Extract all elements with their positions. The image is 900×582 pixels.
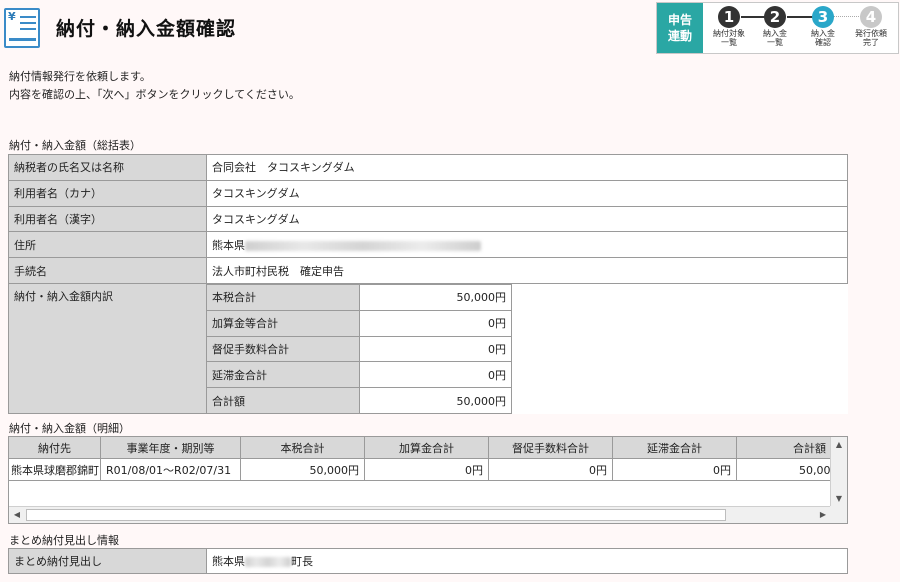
summary-row-name: 納税者の氏名又は名称 合同会社 タコスキングダム bbox=[8, 154, 848, 181]
summary-row-breakdown: 納付・納入金額内訳 本税合計 50,000円 加算金等合計 0円 督促手数料合計… bbox=[8, 282, 848, 415]
address-prefecture: 熊本県 bbox=[212, 238, 245, 252]
step-2: 2 納入金 一覧 bbox=[755, 6, 795, 47]
detail-column-header[interactable]: 本税合計 bbox=[241, 437, 365, 458]
step-1: 1 納付対象 一覧 bbox=[709, 6, 749, 47]
detail-column-header[interactable]: 加算金合計 bbox=[365, 437, 489, 458]
horizontal-scroll-thumb[interactable] bbox=[26, 509, 726, 521]
summary-row-procedure: 手続名 法人市町村民税 確定申告 bbox=[8, 257, 848, 284]
detail-column-header[interactable]: 納付先 bbox=[9, 437, 101, 458]
shinkoku-renkei-tab: 申告 連動 bbox=[657, 3, 703, 53]
detail-grid[interactable]: 納付先 事業年度・期別等 本税合計 加算金合計 督促手数料合計 延滞金合計 合計… bbox=[8, 436, 848, 524]
matome-section-title: まとめ納付見出し情報 bbox=[9, 534, 119, 547]
breakdown-row: 延滞金合計 0円 bbox=[206, 361, 512, 389]
detail-cell: R01/08/01～R02/07/31 bbox=[101, 459, 241, 480]
detail-cell: 0円 bbox=[613, 459, 737, 480]
matome-value-suffix: 町長 bbox=[291, 555, 313, 568]
matome-value-prefix: 熊本県 bbox=[212, 555, 245, 568]
page-title: 納付・納入金額確認 bbox=[56, 18, 237, 40]
horizontal-scrollbar[interactable]: ◀ ▶ bbox=[9, 506, 831, 523]
step-1-number: 1 bbox=[718, 6, 740, 28]
detail-header-row: 納付先 事業年度・期別等 本税合計 加算金合計 督促手数料合計 延滞金合計 合計… bbox=[9, 437, 831, 459]
breakdown-table: 本税合計 50,000円 加算金等合計 0円 督促手数料合計 0円 延滞金合計 … bbox=[206, 283, 512, 414]
step-indicator: 申告 連動 1 納付対象 一覧 2 納入金 一覧 3 納入金 確認 4 発行依頼… bbox=[656, 2, 899, 54]
summary-value-address: 熊本県 bbox=[206, 231, 848, 259]
scroll-right-icon[interactable]: ▶ bbox=[815, 507, 831, 523]
step-3-label: 納入金 確認 bbox=[811, 29, 835, 47]
breakdown-item-label: 合計額 bbox=[206, 387, 360, 414]
step-3-number: 3 bbox=[812, 6, 834, 28]
breakdown-item-label: 本税合計 bbox=[206, 283, 360, 311]
summary-row-address: 住所 熊本県 bbox=[8, 231, 848, 259]
breakdown-item-label: 延滞金合計 bbox=[206, 361, 360, 389]
summary-value: 合同会社 タコスキングダム bbox=[206, 154, 848, 181]
breakdown-row: 督促手数料合計 0円 bbox=[206, 335, 512, 363]
breakdown-row: 合計額 50,000円 bbox=[206, 387, 512, 414]
summary-value: タコスキングダム bbox=[206, 179, 848, 207]
summary-value: 法人市町村民税 確定申告 bbox=[206, 257, 848, 284]
breakdown-row: 加算金等合計 0円 bbox=[206, 309, 512, 337]
summary-row-kanji: 利用者名（漢字） タコスキングダム bbox=[8, 205, 848, 233]
detail-cell: 0円 bbox=[365, 459, 489, 480]
step-4: 4 発行依頼 完了 bbox=[851, 6, 891, 47]
page-header: ¥ 納付・納入金額確認 申告 連動 1 納付対象 一覧 2 納入金 一覧 3 納… bbox=[0, 0, 900, 56]
detail-cell: 50,000円 bbox=[799, 463, 831, 477]
step-3: 3 納入金 確認 bbox=[803, 6, 843, 47]
redacted-address bbox=[245, 240, 481, 251]
summary-row-kana: 利用者名（カナ） タコスキングダム bbox=[8, 179, 848, 207]
detail-section-title: 納付・納入金額（明細） bbox=[9, 422, 130, 435]
matome-row: まとめ納付見出し 熊本県 町長 bbox=[8, 548, 848, 574]
breakdown-item-value: 0円 bbox=[359, 361, 512, 389]
scroll-up-icon[interactable]: ▲ bbox=[831, 437, 847, 453]
detail-column-header[interactable]: 合計額 bbox=[737, 437, 831, 458]
step-4-label: 発行依頼 完了 bbox=[855, 29, 887, 47]
breakdown-row: 本税合計 50,000円 bbox=[206, 283, 512, 311]
detail-column-header[interactable]: 督促手数料合計 bbox=[489, 437, 613, 458]
summary-label: 住所 bbox=[8, 231, 207, 259]
scroll-down-icon[interactable]: ▼ bbox=[831, 491, 847, 507]
table-row[interactable]: 熊本県球磨郡錦町 R01/08/01～R02/07/31 50,000円 0円 … bbox=[9, 459, 831, 481]
matome-label: まとめ納付見出し bbox=[8, 548, 207, 574]
summary-label: 手続名 bbox=[8, 257, 207, 284]
redacted-town bbox=[245, 557, 291, 567]
detail-column-header[interactable]: 事業年度・期別等 bbox=[101, 437, 241, 458]
summary-section-title: 納付・納入金額（総括表） bbox=[9, 139, 141, 152]
summary-label: 利用者名（カナ） bbox=[8, 179, 207, 207]
detail-cell: 0円 bbox=[489, 459, 613, 480]
detail-cell: 50,000円 bbox=[241, 459, 365, 480]
breakdown-item-value: 50,000円 bbox=[359, 387, 512, 414]
breakdown-item-value: 0円 bbox=[359, 335, 512, 363]
matome-table: まとめ納付見出し 熊本県 町長 bbox=[8, 548, 848, 574]
step-2-label: 納入金 一覧 bbox=[763, 29, 787, 47]
scroll-left-icon[interactable]: ◀ bbox=[9, 507, 25, 523]
breakdown-item-value: 50,000円 bbox=[359, 283, 512, 311]
breakdown-item-label: 督促手数料合計 bbox=[206, 335, 360, 363]
summary-value: タコスキングダム bbox=[206, 205, 848, 233]
breakdown-label: 納付・納入金額内訳 bbox=[8, 282, 207, 415]
detail-column-header[interactable]: 延滞金合計 bbox=[613, 437, 737, 458]
document-yen-icon: ¥ bbox=[4, 8, 40, 48]
step-1-label: 納付対象 一覧 bbox=[713, 29, 745, 47]
step-2-number: 2 bbox=[764, 6, 786, 28]
breakdown-item-value: 0円 bbox=[359, 309, 512, 337]
intro-text: 納付情報発行を依頼します。 内容を確認の上、「次へ」ボタンをクリックしてください… bbox=[9, 68, 300, 104]
summary-label: 利用者名（漢字） bbox=[8, 205, 207, 233]
vertical-scrollbar[interactable]: ▲ ▼ bbox=[830, 437, 847, 507]
summary-table: 納税者の氏名又は名称 合同会社 タコスキングダム 利用者名（カナ） タコスキング… bbox=[8, 154, 848, 415]
matome-value: 熊本県 町長 bbox=[206, 548, 848, 574]
step-4-number: 4 bbox=[860, 6, 882, 28]
intro-line-1: 納付情報発行を依頼します。 bbox=[9, 70, 151, 83]
breakdown-item-label: 加算金等合計 bbox=[206, 309, 360, 337]
scrollbar-corner bbox=[830, 506, 847, 523]
detail-cell: 熊本県球磨郡錦町 bbox=[9, 459, 101, 480]
summary-label: 納税者の氏名又は名称 bbox=[8, 154, 207, 181]
intro-line-2: 内容を確認の上、「次へ」ボタンをクリックしてください。 bbox=[9, 88, 300, 101]
